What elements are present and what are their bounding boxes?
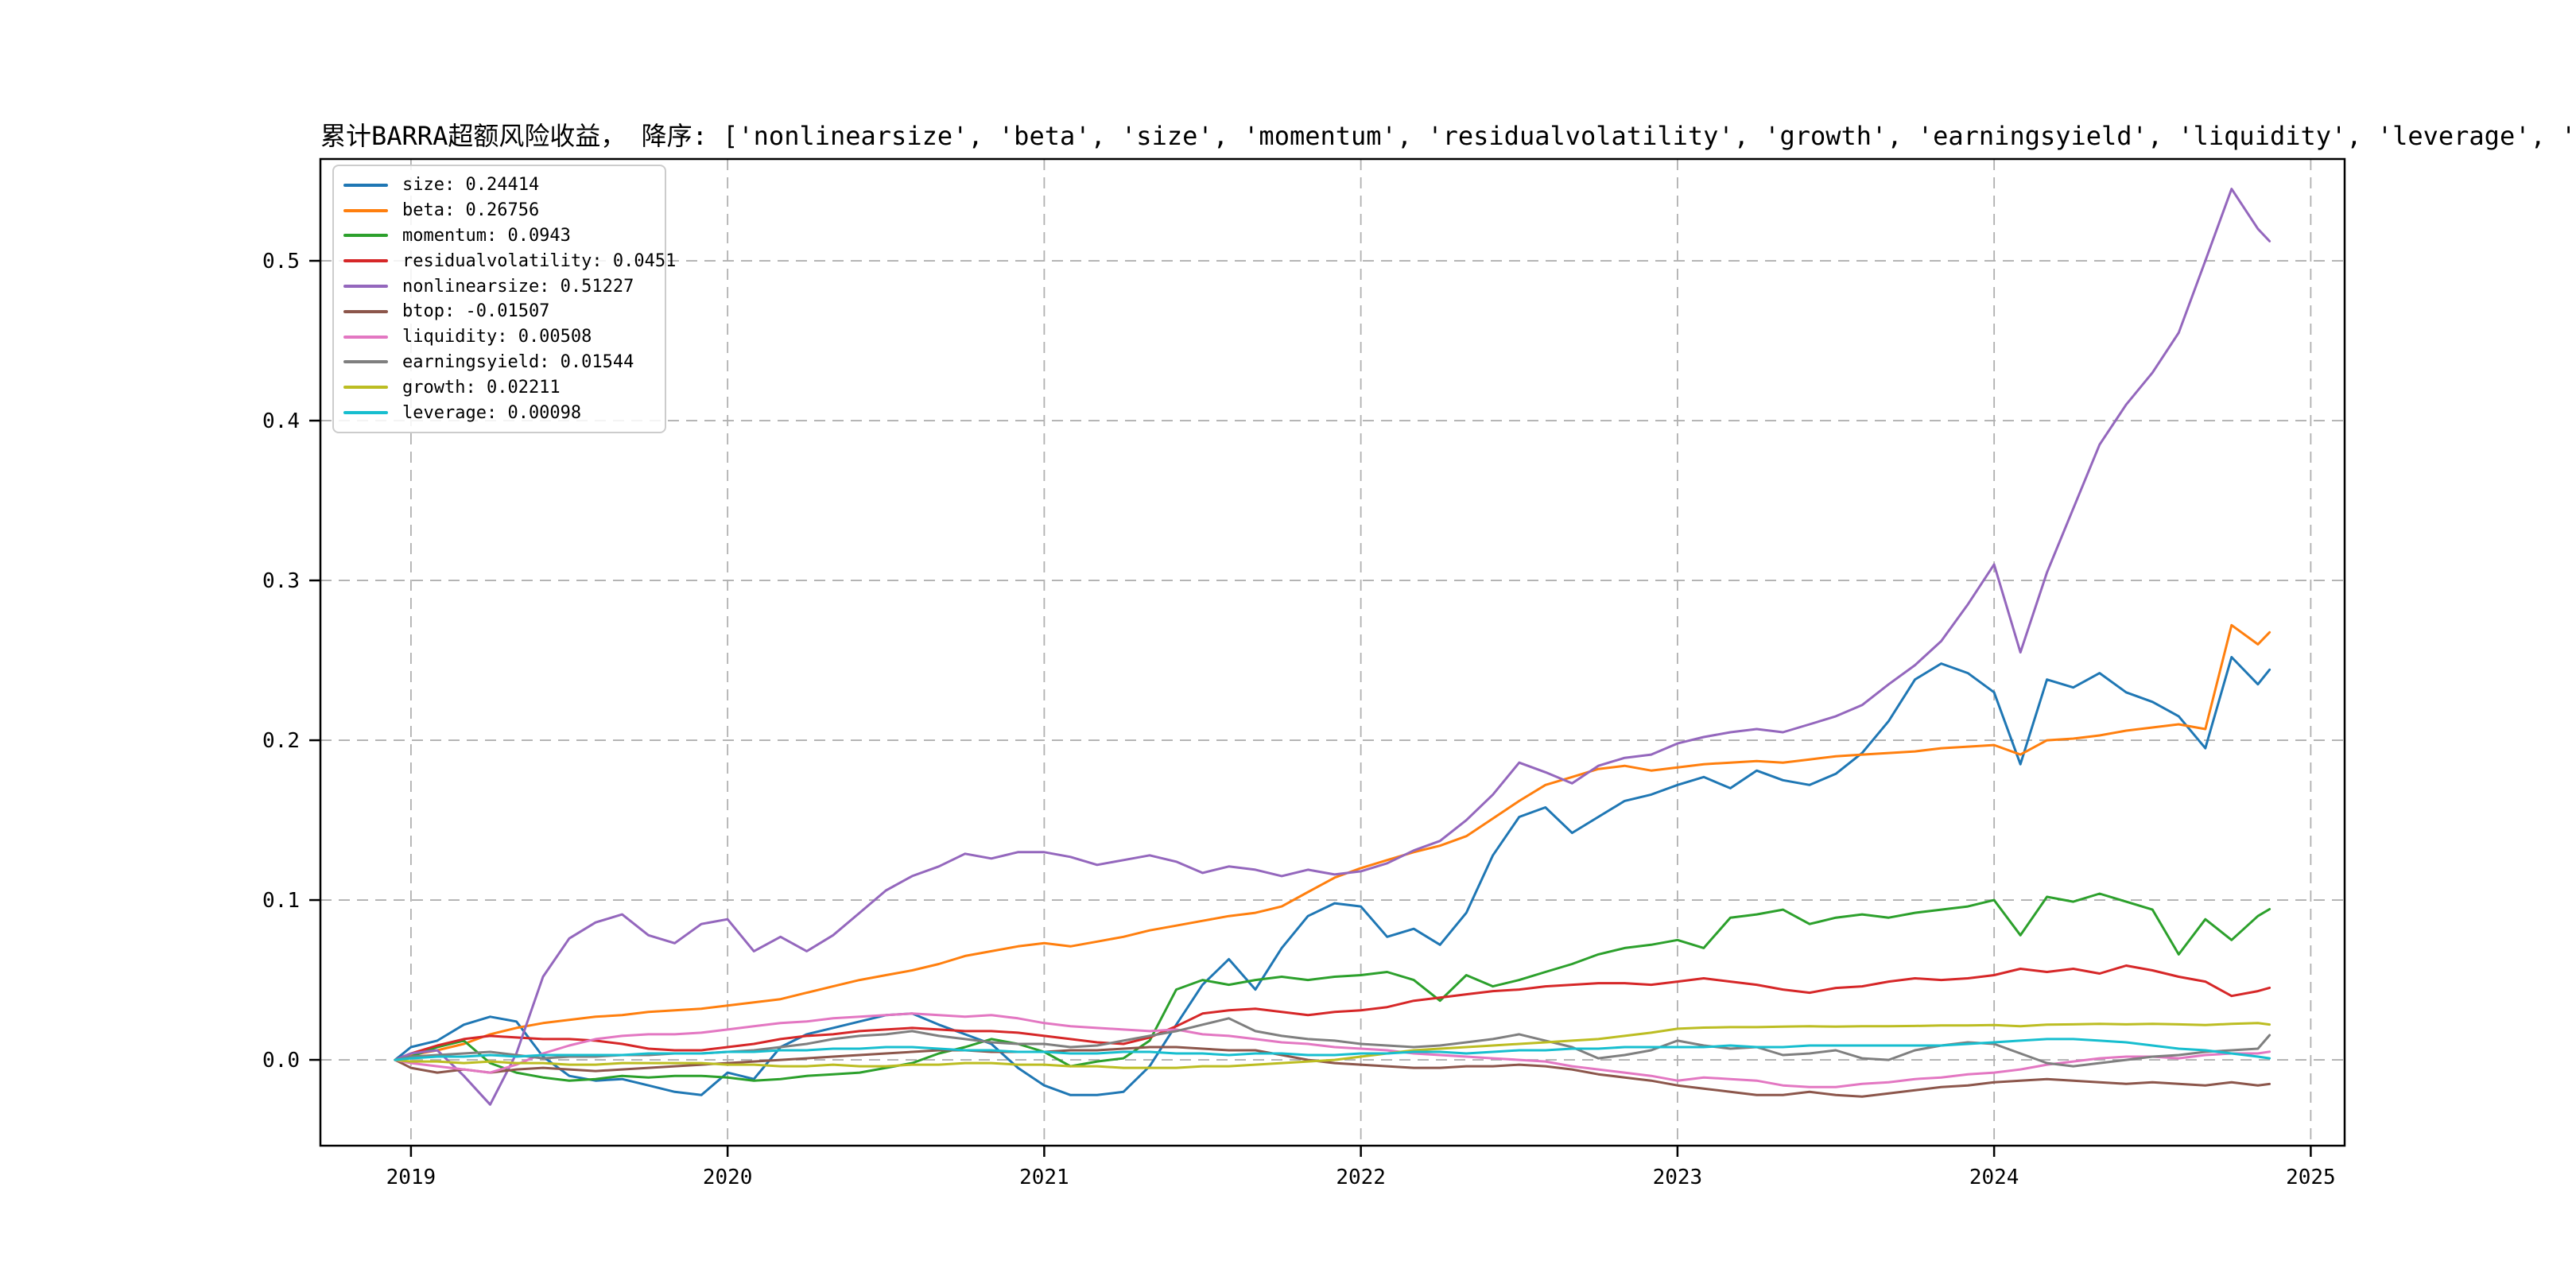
legend-label-nonlinearsize: nonlinearsize: 0.51227: [402, 277, 634, 297]
x-tick-label-2021: 2021: [1019, 1166, 1069, 1189]
y-tick-label-0.1: 0.1: [262, 889, 300, 913]
legend-label-size: size: 0.24414: [402, 175, 539, 195]
legend-label-earningsyield: earningsyield: 0.01544: [402, 352, 634, 372]
y-tick-label-0.4: 0.4: [262, 409, 300, 433]
legend-swatch-size: [343, 184, 388, 187]
y-tick-label-0.3: 0.3: [262, 569, 300, 593]
series-line-size: [395, 658, 2270, 1096]
series-line-beta: [395, 625, 2270, 1060]
legend-swatch-earningsyield: [343, 360, 388, 363]
legend-item-residualvolatility: residualvolatility: 0.0451: [343, 249, 655, 273]
legend-label-leverage: leverage: 0.00098: [402, 403, 581, 423]
x-tick-label-2020: 2020: [703, 1166, 753, 1189]
x-tick-label-2025: 2025: [2286, 1166, 2336, 1189]
legend-item-leverage: leverage: 0.00098: [343, 401, 655, 425]
legend-label-btop: btop: -0.01507: [402, 301, 549, 321]
figure: 累计BARRA超额风险收益， 降序: ['nonlinearsize', 'be…: [0, 0, 2576, 1288]
legend-label-momentum: momentum: 0.0943: [402, 226, 571, 246]
legend-label-growth: growth: 0.02211: [402, 378, 561, 398]
legend-swatch-growth: [343, 386, 388, 389]
legend: size: 0.24414 beta: 0.26756 momentum: 0.09…: [332, 165, 666, 433]
legend-item-btop: btop: -0.01507: [343, 300, 655, 324]
legend-label-liquidity: liquidity: 0.00508: [402, 327, 592, 347]
legend-item-size: size: 0.24414: [343, 173, 655, 197]
legend-swatch-btop: [343, 310, 388, 313]
legend-swatch-liquidity: [343, 336, 388, 339]
y-tick-label-0.0: 0.0: [262, 1049, 300, 1073]
x-tick-label-2022: 2022: [1336, 1166, 1386, 1189]
legend-label-residualvolatility: residualvolatility: 0.0451: [402, 251, 676, 271]
legend-item-momentum: momentum: 0.0943: [343, 223, 655, 247]
legend-item-beta: beta: 0.26756: [343, 199, 655, 223]
legend-swatch-nonlinearsize: [343, 285, 388, 288]
legend-item-earningsyield: earningsyield: 0.01544: [343, 350, 655, 374]
y-tick-label-0.5: 0.5: [262, 250, 300, 274]
legend-swatch-residualvolatility: [343, 259, 388, 262]
x-tick-label-2019: 2019: [386, 1166, 436, 1189]
series-line-nonlinearsize: [395, 189, 2270, 1105]
legend-swatch-beta: [343, 209, 388, 212]
series-line-growth: [395, 1023, 2270, 1068]
legend-item-liquidity: liquidity: 0.00508: [343, 325, 655, 349]
y-tick-label-0.2: 0.2: [262, 729, 300, 753]
x-tick-label-2024: 2024: [1969, 1166, 2019, 1189]
x-tick-label-2023: 2023: [1653, 1166, 1703, 1189]
legend-swatch-leverage: [343, 411, 388, 414]
legend-label-beta: beta: 0.26756: [402, 200, 539, 220]
legend-item-growth: growth: 0.02211: [343, 375, 655, 399]
legend-swatch-momentum: [343, 234, 388, 237]
legend-item-nonlinearsize: nonlinearsize: 0.51227: [343, 274, 655, 298]
